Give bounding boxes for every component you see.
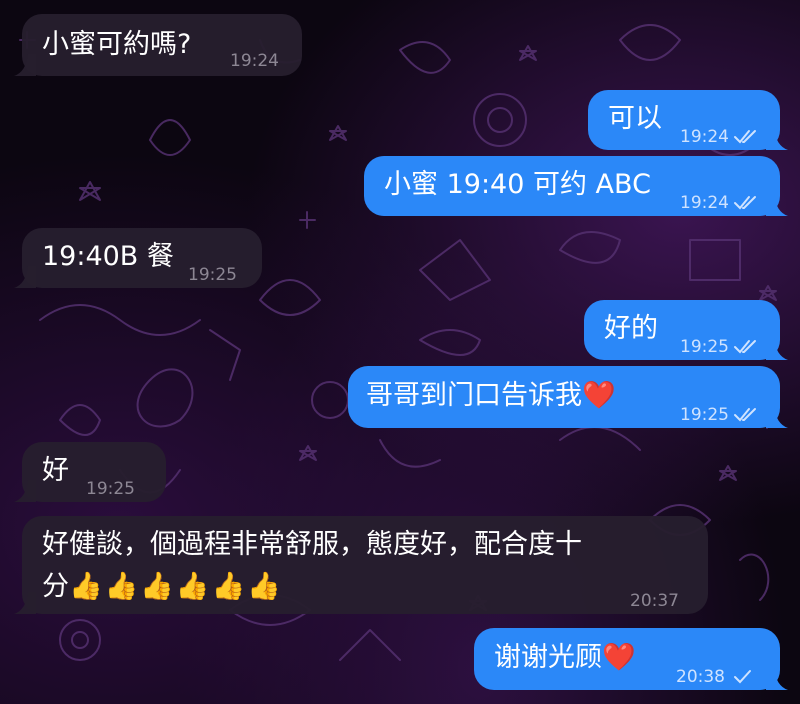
outgoing-message[interactable]: 好的 19:25 [584,300,788,360]
double-check-icon [734,196,756,210]
message-text-line1: 好健談，個過程非常舒服，態度好，配合度十 [42,529,582,560]
thumbs-up-emoji: 👍👍👍👍👍👍 [69,571,283,602]
outgoing-message[interactable]: 可以 19:24 [588,90,788,150]
bubble-tail [14,266,36,288]
bubble-tail [766,338,788,360]
message-time: 19:25 [680,337,729,357]
outgoing-message[interactable]: 哥哥到门口告诉我❤️ 19:25 [348,366,788,428]
heart-emoji: ❤️ [582,380,616,411]
double-check-icon [734,340,756,354]
bubble-tail [766,128,788,150]
incoming-message[interactable]: 19:40B 餐 19:25 [14,228,262,288]
message-meta: 19:25 [680,396,759,434]
message-time: 19:25 [86,479,135,499]
incoming-message[interactable]: 好健談，個過程非常舒服，態度好，配合度十 分👍👍👍👍👍👍 20:37 [14,516,708,614]
bubble-tail [14,480,36,502]
message-text: 哥哥到门口告诉我❤️ [366,380,616,411]
double-check-icon [734,408,756,422]
message-time: 19:24 [230,51,279,71]
message-meta: 19:25 [680,328,759,366]
message-text: 19:40B 餐 [42,241,174,272]
message-text: 好的 [604,313,658,344]
incoming-message[interactable]: 好 19:25 [14,442,166,502]
bubble-tail [766,406,788,428]
incoming-message[interactable]: 小蜜可約嗎? 19:24 [14,14,302,76]
message-time: 20:37 [630,591,679,611]
message-time: 19:25 [680,405,729,425]
bubble-tail [766,668,788,690]
message-time: 20:38 [676,667,725,687]
message-text-line2: 分👍👍👍👍👍👍 [42,571,283,602]
double-check-icon [734,130,756,144]
bubble-tail [14,592,36,614]
message-meta: 20:38 [676,658,755,696]
message-time: 19:24 [680,127,729,147]
message-text: 可以 [608,103,662,134]
message-text: 谢谢光顾❤️ [494,642,636,673]
outgoing-message[interactable]: 谢谢光顾❤️ 20:38 [474,628,788,690]
message-list: 小蜜可約嗎? 19:24 可以 19:24 小蜜 19:40 可约 ABC 19… [0,0,800,704]
message-text: 小蜜 19:40 可约 ABC [384,169,651,200]
message-text: 小蜜可約嗎? [42,29,192,60]
message-meta: 19:24 [680,184,759,222]
bubble-tail [766,194,788,216]
message-meta: 19:24 [680,118,759,156]
bubble-tail [14,54,36,76]
message-time: 19:24 [680,193,729,213]
message-text: 好 [42,455,69,486]
heart-emoji: ❤️ [602,642,636,673]
outgoing-message[interactable]: 小蜜 19:40 可约 ABC 19:24 [364,156,788,216]
single-check-icon [734,670,751,684]
message-time: 19:25 [188,265,237,285]
